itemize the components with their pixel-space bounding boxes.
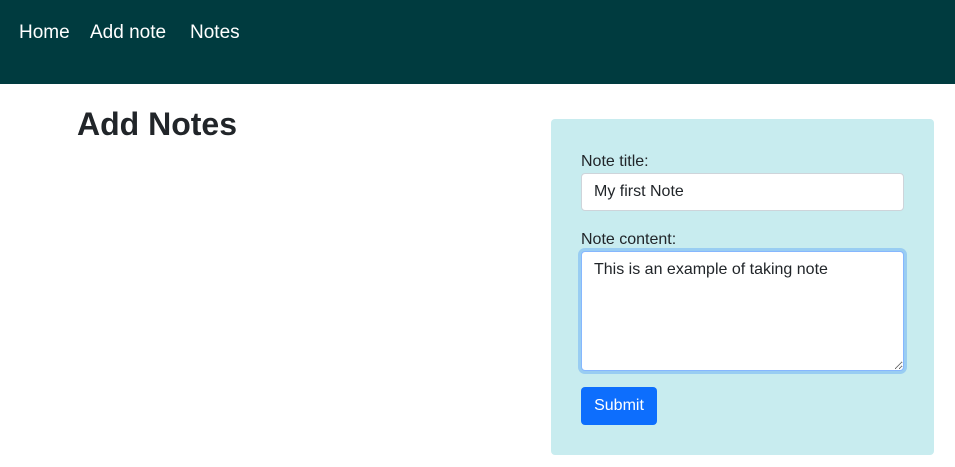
submit-button[interactable]: Submit [581, 387, 657, 425]
nav-link-notes[interactable]: Notes [190, 21, 240, 45]
nav-link-home[interactable]: Home [19, 21, 70, 45]
note-title-input[interactable] [581, 173, 904, 211]
page-title: Add Notes [77, 106, 237, 142]
top-navbar: Home Add note Notes [0, 0, 955, 84]
note-content-label: Note content: [581, 231, 677, 248]
note-content-textarea[interactable]: This is an example of taking note [581, 251, 904, 371]
nav-link-add-note[interactable]: Add note [90, 21, 166, 45]
note-title-label: Note title: [581, 153, 649, 170]
add-note-form: Note title: Note content: This is an exa… [551, 119, 934, 455]
